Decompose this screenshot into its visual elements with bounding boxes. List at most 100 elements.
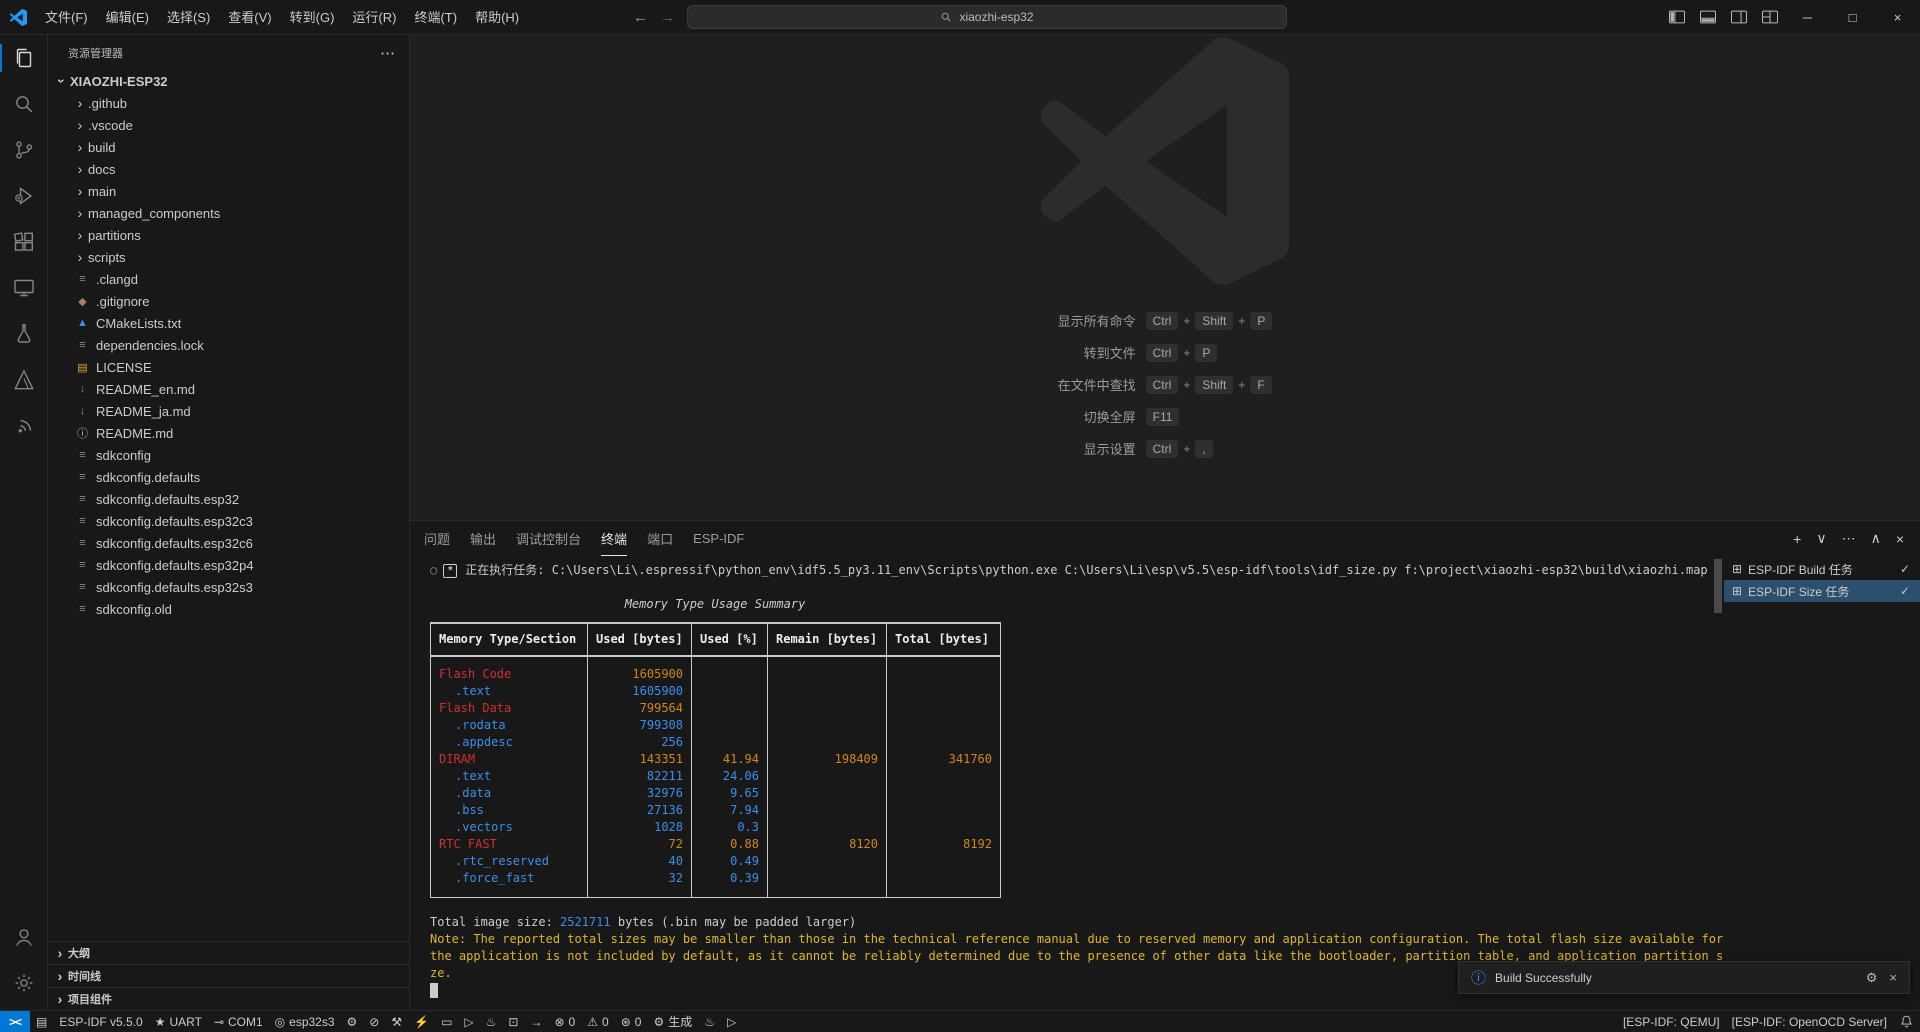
- tree-item[interactable]: ◆.gitignore: [48, 290, 409, 312]
- tree-item[interactable]: ›docs: [48, 158, 409, 180]
- close-panel-icon[interactable]: ×: [1896, 531, 1904, 547]
- status-idf-settings[interactable]: ⚙: [341, 1011, 364, 1032]
- tree-item[interactable]: ≡sdkconfig.defaults.esp32c3: [48, 510, 409, 532]
- panel-tab-端口[interactable]: 端口: [647, 521, 673, 556]
- status-notifications[interactable]: [1893, 1011, 1920, 1032]
- tree-item[interactable]: ›partitions: [48, 224, 409, 246]
- tree-item[interactable]: ›scripts: [48, 246, 409, 268]
- tree-item[interactable]: ≡sdkconfig.defaults.esp32: [48, 488, 409, 510]
- status-launch[interactable]: →: [524, 1011, 548, 1032]
- tree-item[interactable]: ›build: [48, 136, 409, 158]
- menu-item[interactable]: 运行(R): [343, 0, 405, 35]
- terminal[interactable]: ○ * 正在执行任务: C:\Users\Li\.espressif\pytho…: [410, 556, 1724, 1010]
- new-terminal-icon[interactable]: +: [1793, 531, 1801, 547]
- status-build-task[interactable]: ⚙生成: [647, 1011, 698, 1032]
- menu-item[interactable]: 转到(G): [281, 0, 344, 35]
- tree-item[interactable]: ›managed_components: [48, 202, 409, 224]
- sidebar-section-大纲[interactable]: ›大纲: [48, 941, 409, 964]
- sidebar-section-时间线[interactable]: ›时间线: [48, 964, 409, 987]
- notification-settings-icon[interactable]: ⚙: [1866, 970, 1878, 986]
- tree-item[interactable]: ≡sdkconfig.old: [48, 598, 409, 620]
- tree-item[interactable]: ≡sdkconfig.defaults: [48, 466, 409, 488]
- tree-item[interactable]: ≡dependencies.lock: [48, 334, 409, 356]
- status-serial-port[interactable]: ⊸COM1: [208, 1011, 269, 1032]
- activity-search-icon[interactable]: [0, 81, 47, 127]
- command-center-search[interactable]: xiaozhi-esp32: [687, 5, 1287, 29]
- status-qemu-status[interactable]: [ESP-IDF: QEMU]: [1617, 1011, 1726, 1032]
- status-file-indicator[interactable]: ▤: [30, 1011, 53, 1032]
- tree-root-folder[interactable]: › XIAOZHI-ESP32: [48, 70, 409, 92]
- toggle-secondary-sidebar-icon[interactable]: [1723, 0, 1754, 34]
- menu-item[interactable]: 终端(T): [405, 0, 466, 35]
- tree-item[interactable]: ≡sdkconfig.defaults.esp32c6: [48, 532, 409, 554]
- activity-remote-explorer-icon[interactable]: [0, 265, 47, 311]
- activity-source-control-icon[interactable]: [0, 127, 47, 173]
- toggle-panel-icon[interactable]: [1692, 0, 1723, 34]
- menu-item[interactable]: 编辑(E): [97, 0, 158, 35]
- activity-run-debug-icon[interactable]: [0, 173, 47, 219]
- activity-esp-idf-icon[interactable]: [0, 403, 47, 449]
- status-remote[interactable]: ><: [0, 1011, 30, 1032]
- terminal-dropdown-icon[interactable]: ∨: [1816, 530, 1826, 547]
- menu-item[interactable]: 查看(V): [219, 0, 280, 35]
- minimize-button[interactable]: ─: [1785, 0, 1830, 34]
- forward-icon[interactable]: →: [660, 9, 675, 26]
- tree-item[interactable]: ↓README_en.md: [48, 378, 409, 400]
- maximize-panel-icon[interactable]: ∧: [1871, 530, 1881, 547]
- status-monitor-device[interactable]: ▭: [435, 1011, 458, 1032]
- sidebar-section-项目组件[interactable]: ›项目组件: [48, 987, 409, 1010]
- status-idf-terminal[interactable]: ♨: [480, 1011, 503, 1032]
- tree-item[interactable]: ⓘREADME.md: [48, 422, 409, 444]
- back-icon[interactable]: ←: [633, 9, 648, 26]
- tree-item[interactable]: ›main: [48, 180, 409, 202]
- status-device-target[interactable]: ◎esp32s3: [269, 1011, 341, 1032]
- tree-item[interactable]: ›.vscode: [48, 114, 409, 136]
- status-flash-device[interactable]: ⚡: [408, 1011, 435, 1032]
- status-openocd-status[interactable]: [ESP-IDF: OpenOCD Server]: [1726, 1011, 1893, 1032]
- activity-account-icon[interactable]: [0, 914, 47, 960]
- section-name-cell: Flash Data: [431, 700, 588, 717]
- terminal-scrollbar[interactable]: [1714, 559, 1722, 613]
- menu-item[interactable]: 选择(S): [158, 0, 219, 35]
- terminal-list-item[interactable]: ⊞ESP-IDF Size 任务✓: [1724, 580, 1920, 602]
- status-problems[interactable]: ⊗0⚠0: [548, 1011, 614, 1032]
- activity-explorer-icon[interactable]: [0, 35, 47, 81]
- status-full-clean[interactable]: ⊘: [363, 1011, 385, 1032]
- tree-item[interactable]: ≡.clangd: [48, 268, 409, 290]
- tree-item[interactable]: ↓README_ja.md: [48, 400, 409, 422]
- terminal-list-item[interactable]: ⊞ESP-IDF Build 任务✓: [1724, 558, 1920, 580]
- menu-item[interactable]: 帮助(H): [466, 0, 528, 35]
- activity-extensions-icon[interactable]: [0, 219, 47, 265]
- tree-item[interactable]: ›.github: [48, 92, 409, 114]
- tree-item[interactable]: ▲CMakeLists.txt: [48, 312, 409, 334]
- panel-tab-ESP-IDF[interactable]: ESP-IDF: [693, 521, 744, 556]
- notification-close-icon[interactable]: ×: [1889, 970, 1897, 986]
- panel-tab-终端[interactable]: 终端: [601, 521, 627, 556]
- more-actions-icon[interactable]: ⋯: [1842, 530, 1856, 547]
- panel-tab-输出[interactable]: 输出: [470, 521, 496, 556]
- tree-item[interactable]: ≡sdkconfig: [48, 444, 409, 466]
- activity-cmake-icon[interactable]: [0, 357, 47, 403]
- panel-tab-问题[interactable]: 问题: [424, 521, 450, 556]
- status-ports-forwarded[interactable]: ⊛0: [615, 1011, 648, 1032]
- status-flash-task[interactable]: ♨: [698, 1011, 721, 1032]
- status-menuconfig[interactable]: ⚒: [385, 1011, 408, 1032]
- notification-toast[interactable]: ⓘ Build Successfully ⚙ ×: [1458, 961, 1910, 994]
- tree-item[interactable]: ≡sdkconfig.defaults.esp32s3: [48, 576, 409, 598]
- status-run-task[interactable]: ▷: [721, 1011, 742, 1032]
- tree-item[interactable]: ▤LICENSE: [48, 356, 409, 378]
- maximize-button[interactable]: □: [1830, 0, 1875, 34]
- status-flash-method[interactable]: ★UART: [149, 1011, 208, 1032]
- tree-item[interactable]: ≡sdkconfig.defaults.esp32p4: [48, 554, 409, 576]
- activity-testing-icon[interactable]: [0, 311, 47, 357]
- status-build-artifacts[interactable]: ⊡: [502, 1011, 524, 1032]
- panel-tab-调试控制台[interactable]: 调试控制台: [516, 521, 581, 556]
- menu-item[interactable]: 文件(F): [36, 0, 97, 35]
- close-button[interactable]: ×: [1875, 0, 1920, 34]
- status-debug-device[interactable]: ▷: [458, 1011, 479, 1032]
- toggle-sidebar-icon[interactable]: [1661, 0, 1692, 34]
- more-actions-icon[interactable]: ⋯: [380, 44, 395, 62]
- status-esp-idf-version[interactable]: ESP-IDF v5.5.0: [53, 1011, 148, 1032]
- activity-settings-icon[interactable]: [0, 960, 47, 1006]
- customize-layout-icon[interactable]: [1754, 0, 1785, 34]
